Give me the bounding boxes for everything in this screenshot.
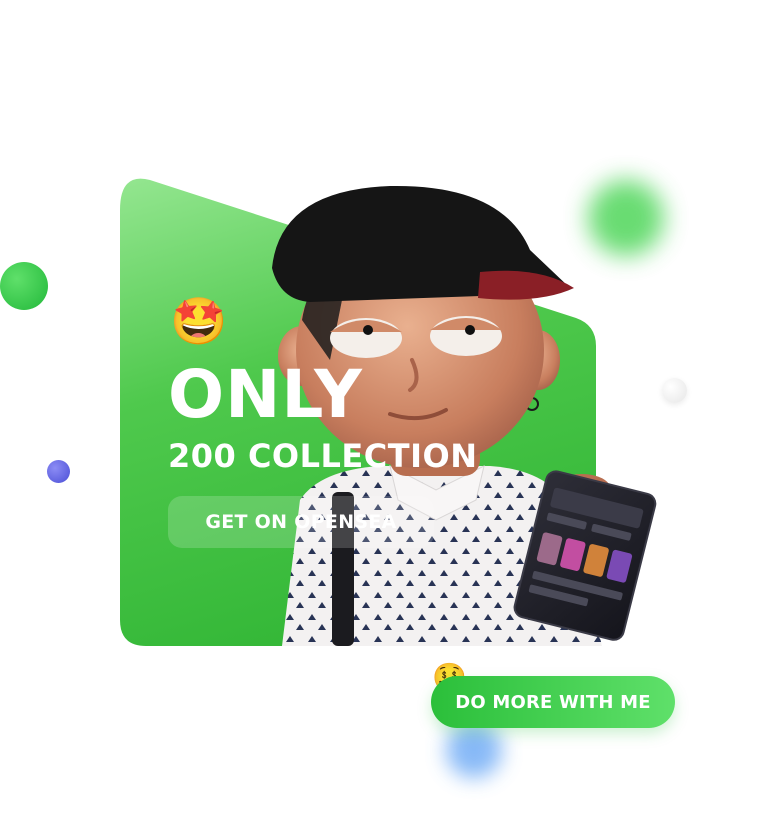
do-more-with-me-button[interactable]: DO MORE WITH ME bbox=[431, 676, 675, 728]
hero-title: ONLY bbox=[168, 356, 363, 433]
get-on-opensea-button[interactable]: GET ON OPENSEA bbox=[168, 496, 434, 548]
nft-promo-banner: 🤩 🤑 ONLY 200 COLLECTION GET ON OPENSEA D… bbox=[0, 0, 768, 815]
hero-subtitle: 200 COLLECTION bbox=[168, 437, 478, 475]
star-struck-face-icon: 🤩 bbox=[170, 294, 228, 348]
